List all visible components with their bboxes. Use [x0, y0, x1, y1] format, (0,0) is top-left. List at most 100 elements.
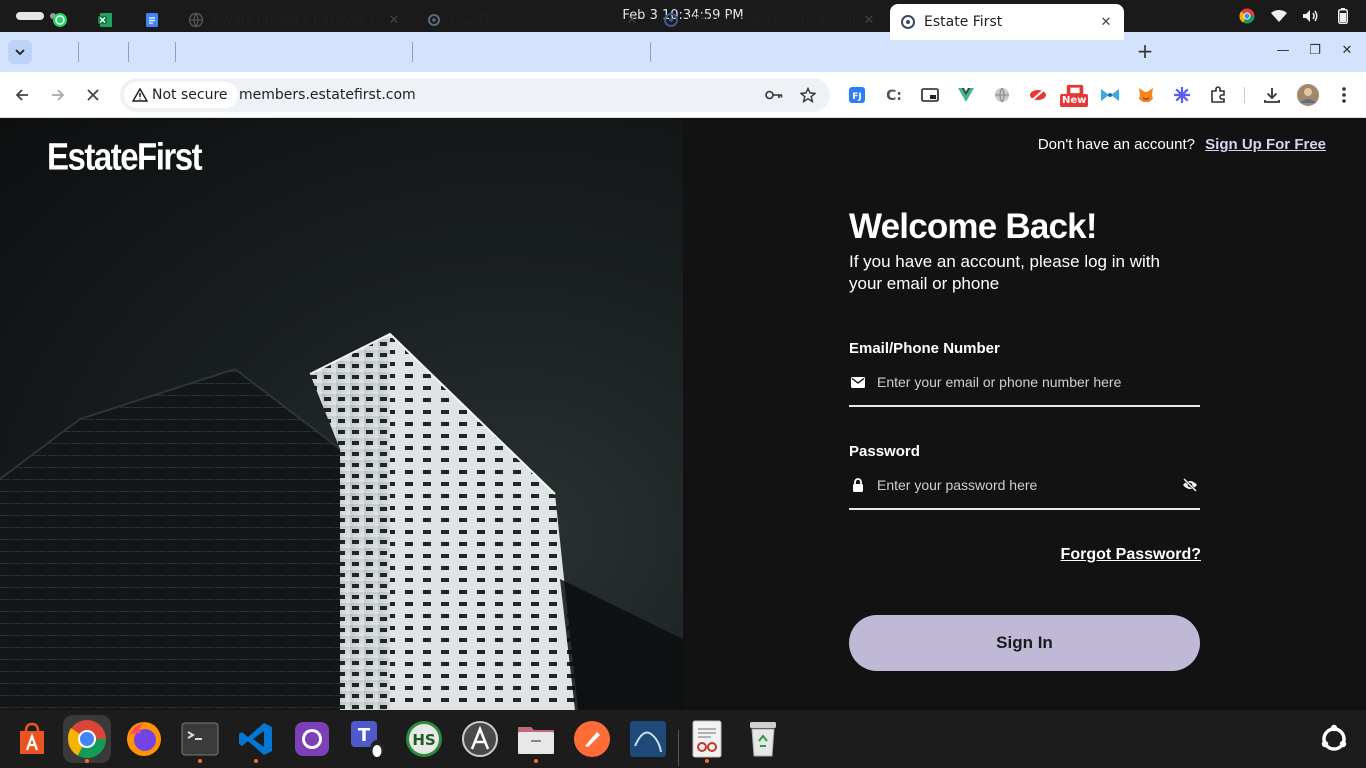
picture-in-picture-icon[interactable] [920, 85, 940, 105]
password-field-container [849, 462, 1200, 510]
document-viewer-icon[interactable] [683, 715, 731, 763]
maximize-window-icon[interactable]: ❐ [1306, 40, 1324, 62]
close-icon [87, 89, 99, 101]
arrow-left-icon [15, 89, 28, 101]
ubuntu-dock: T HS [0, 710, 1366, 768]
toggle-password-visibility-icon[interactable] [1182, 477, 1200, 495]
snowflake-extension-icon[interactable] [1172, 85, 1192, 105]
tab-ccar[interactable]: CCAR ✕ [426, 0, 640, 40]
email-label: Email/Phone Number [849, 340, 1000, 357]
vue-devtools-icon[interactable] [956, 85, 976, 105]
tab-awais-javaid[interactable]: Awais Javaid | Laravel & V ✕ [188, 0, 402, 40]
back-button[interactable] [10, 83, 34, 107]
hidden-eye-extension-icon[interactable] [1028, 85, 1048, 105]
chevron-down-icon [15, 49, 25, 56]
tab-search-button[interactable] [8, 40, 32, 64]
stop-loading-button[interactable] [81, 83, 105, 107]
github-desktop-icon[interactable] [288, 715, 336, 763]
tab-google-docs[interactable] [144, 0, 164, 40]
show-apps-icon[interactable] [1310, 715, 1358, 763]
close-tab-icon[interactable]: ✕ [624, 13, 640, 28]
tab-separator [412, 42, 413, 62]
chrome-tray-icon[interactable] [1238, 7, 1256, 25]
tab-whatsapp[interactable] [52, 0, 72, 40]
extension-c-icon[interactable]: C: [884, 85, 904, 105]
page-title: Welcome Back! [849, 207, 1097, 246]
password-input[interactable] [877, 477, 1167, 493]
address-bar[interactable]: Not secure members.estatefirst.com [120, 78, 830, 112]
close-tab-icon[interactable]: ✕ [861, 13, 877, 28]
tab-title: Awais Javaid | Laravel & V [212, 12, 380, 28]
teams-for-linux-icon[interactable]: T [344, 715, 392, 763]
url-text[interactable]: members.estatefirst.com [239, 78, 416, 112]
google-docs-icon [146, 13, 158, 27]
running-indicator [85, 759, 89, 763]
forgot-password-link[interactable]: Forgot Password? [1061, 546, 1201, 564]
firefox-icon[interactable] [120, 715, 168, 763]
close-tab-icon[interactable]: ✕ [386, 13, 402, 28]
new-tab-button[interactable]: + [1134, 40, 1156, 64]
wifi-icon[interactable] [1270, 7, 1288, 25]
chrome-menu-icon[interactable] [1334, 85, 1354, 105]
close-tab-icon[interactable]: ✕ [1098, 15, 1114, 30]
warning-triangle-icon [132, 88, 148, 102]
arrow-right-icon [52, 89, 65, 101]
tab-estate-first[interactable]: Estate First ✕ [890, 4, 1124, 40]
security-label: Not secure [152, 87, 228, 103]
running-indicator [254, 759, 258, 763]
tab-title: Estate First [924, 14, 1003, 30]
tab-excel[interactable] [97, 0, 117, 40]
password-key-icon[interactable] [765, 86, 783, 104]
extensions-puzzle-icon[interactable] [1208, 85, 1228, 105]
tab-title: CCAR [450, 12, 489, 28]
files-icon[interactable] [512, 715, 560, 763]
terminal-icon[interactable] [176, 715, 224, 763]
extension-fj-icon[interactable]: FJ [847, 85, 867, 105]
estatefirst-logo[interactable]: EstateFirst [47, 135, 203, 179]
ccar-icon [428, 14, 440, 26]
globe-extension-icon[interactable] [992, 85, 1012, 105]
app-center-icon[interactable] [8, 715, 56, 763]
new-badge: New [1060, 94, 1089, 107]
tab-separator [78, 42, 79, 62]
volume-icon[interactable] [1302, 7, 1320, 25]
mysql-workbench-icon[interactable] [624, 715, 672, 763]
email-input[interactable] [877, 374, 1167, 390]
mail-icon [849, 373, 867, 391]
tab-virtual-classroom-admin[interactable]: virtual_classroom_admin ✕ [663, 0, 877, 40]
phpmyadmin-icon [664, 13, 678, 27]
sign-in-button[interactable]: Sign In [849, 615, 1200, 671]
excel-icon [98, 13, 112, 27]
downloads-icon[interactable] [1262, 85, 1282, 105]
chrome-dock-icon[interactable] [63, 715, 111, 763]
svg-text:FJ: FJ [852, 92, 862, 102]
tab-separator [175, 42, 176, 62]
estatefirst-icon [901, 15, 915, 29]
page-subtitle: If you have an account, please log in wi… [849, 252, 1160, 293]
site-info-chip[interactable]: Not secure [124, 82, 238, 108]
svg-text:T: T [358, 725, 371, 746]
postman-icon[interactable] [568, 715, 616, 763]
hs-app-icon[interactable]: HS [400, 715, 448, 763]
hero-building-image [0, 119, 683, 710]
email-field-container [849, 359, 1200, 407]
tab-separator [650, 42, 651, 62]
web-page: EstateFirst Don't have an account? Sign … [0, 119, 1366, 710]
bowtie-extension-icon[interactable] [1100, 85, 1120, 105]
signup-link[interactable]: Sign Up For Free [1205, 136, 1326, 153]
whatsapp-icon [53, 13, 67, 27]
software-updater-icon[interactable] [456, 715, 504, 763]
metamask-icon[interactable] [1136, 85, 1156, 105]
minimize-window-icon[interactable]: — [1274, 40, 1292, 62]
battery-icon[interactable] [1334, 7, 1352, 25]
bookmark-star-icon[interactable] [799, 86, 817, 104]
trash-icon[interactable] [739, 715, 787, 763]
running-indicator [198, 759, 202, 763]
forward-button[interactable] [46, 83, 70, 107]
close-window-icon[interactable]: ✕ [1338, 40, 1356, 62]
system-tray[interactable] [1238, 7, 1352, 25]
signup-prompt: Don't have an account? Sign Up For Free [1038, 136, 1326, 153]
vscode-icon[interactable] [232, 715, 280, 763]
svg-text:HS: HS [412, 731, 435, 749]
profile-avatar[interactable] [1297, 84, 1319, 106]
